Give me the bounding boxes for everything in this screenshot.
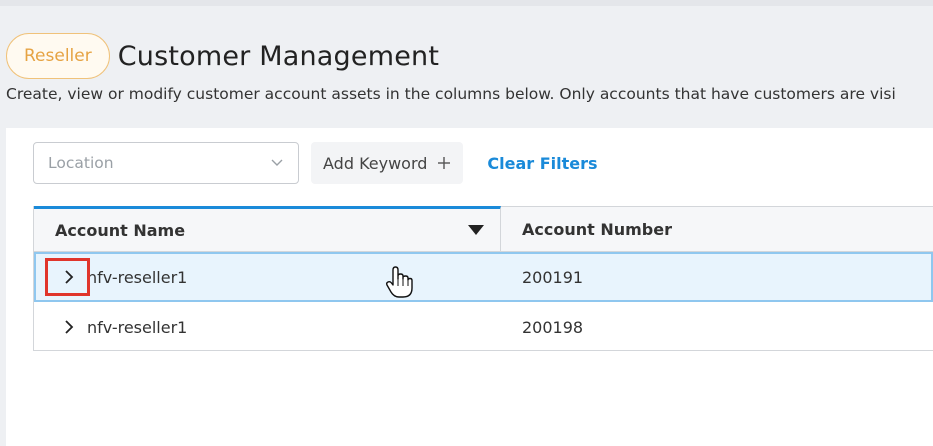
table-row[interactable]: nfv-reseller1 200191 <box>34 252 933 302</box>
accounts-table: Account Name Account Number nfv-reseller… <box>33 206 933 351</box>
column-header-account-number[interactable]: Account Number <box>501 207 672 251</box>
sort-caret-icon[interactable] <box>468 225 484 236</box>
chevron-right-icon[interactable] <box>62 320 76 334</box>
account-number: 200198 <box>522 317 584 337</box>
account-number: 200191 <box>522 267 584 287</box>
chevron-right-icon[interactable] <box>62 270 76 284</box>
location-placeholder: Location <box>48 154 114 172</box>
account-name: nfv-reseller1 <box>87 317 188 337</box>
account-name-cell: nfv-reseller1 <box>34 318 501 337</box>
add-keyword-button[interactable]: Add Keyword <box>311 142 464 184</box>
table-header: Account Name Account Number <box>34 206 933 252</box>
page-header: Reseller Customer Management <box>6 33 439 79</box>
account-name-cell: nfv-reseller1 <box>34 268 501 287</box>
table-row[interactable]: nfv-reseller1 200198 <box>34 302 933 352</box>
add-keyword-label: Add Keyword <box>323 153 428 173</box>
reseller-badge: Reseller <box>6 33 110 79</box>
top-strip <box>0 0 933 6</box>
page-subtitle: Create, view or modify customer account … <box>6 85 896 103</box>
clear-filters-link[interactable]: Clear Filters <box>487 154 597 173</box>
hand-cursor-icon <box>385 266 413 298</box>
plus-icon <box>438 157 451 169</box>
location-select[interactable]: Location <box>33 142 299 184</box>
page-title: Customer Management <box>117 40 440 72</box>
chevron-down-icon <box>271 159 283 166</box>
content-panel: Location Add Keyword Clear Filters Accou… <box>6 128 933 446</box>
column-label: Account Name <box>55 220 186 240</box>
column-label: Account Number <box>522 219 672 239</box>
filter-bar: Location Add Keyword Clear Filters <box>33 142 598 184</box>
account-name: nfv-reseller1 <box>87 267 188 287</box>
column-header-account-name[interactable]: Account Name <box>34 206 501 251</box>
